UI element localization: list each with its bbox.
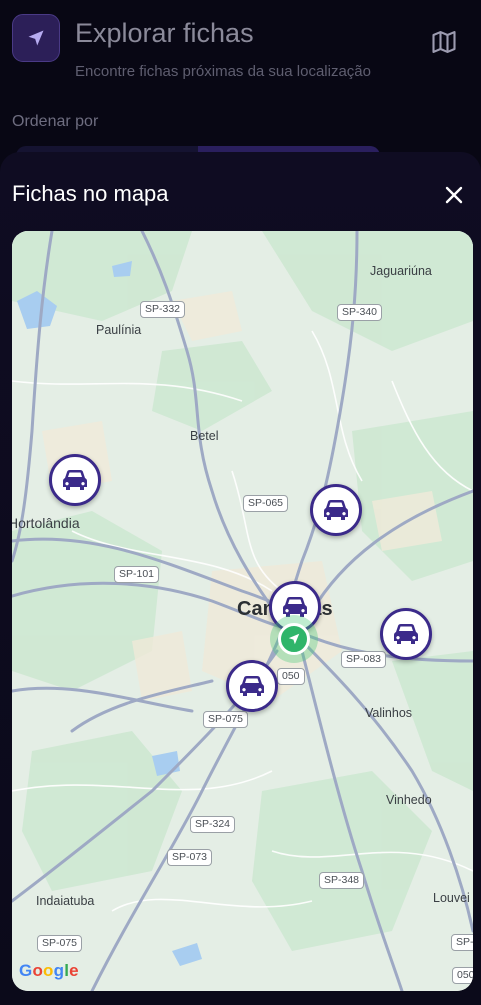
city-label: Jaguariúna	[370, 264, 432, 278]
city-label: Hortolândia	[12, 515, 80, 531]
road-shield: SP-101	[114, 566, 160, 583]
city-label: Indaiatuba	[36, 894, 95, 908]
car-icon	[240, 676, 264, 696]
sort-label: Ordenar por	[12, 113, 99, 130]
city-label: Betel	[190, 429, 219, 443]
city-label: Valinhos	[365, 706, 413, 720]
map-view[interactable]: Jaguariúna Paulínia Betel Hortolândia Ca…	[12, 231, 473, 991]
page-subtitle: Encontre fichas próximas da sua localiza…	[75, 63, 371, 80]
page-title: Explorar fichas	[75, 18, 254, 48]
road-shield: SP-073	[167, 849, 213, 866]
car-pin[interactable]	[49, 454, 101, 506]
car-pin[interactable]	[226, 660, 278, 712]
road-shield: SP-075	[37, 935, 83, 952]
road-shield: SP-083	[341, 651, 387, 668]
map-icon[interactable]	[430, 28, 458, 56]
sheet-title: Fichas no mapa	[12, 181, 169, 206]
car-icon	[324, 500, 348, 520]
current-location-marker	[270, 615, 318, 663]
car-pin[interactable]	[380, 608, 432, 660]
close-icon[interactable]	[442, 183, 466, 207]
explore-header: Explorar fichas Encontre fichas próximas…	[0, 0, 481, 166]
road-shield: SP-075	[203, 711, 249, 728]
road-shield: SP-340	[337, 304, 383, 321]
google-logo: Google	[19, 961, 79, 980]
road-shield: SP-065	[243, 495, 289, 512]
road-shield: SP-332	[140, 301, 186, 318]
city-label: Vinhedo	[386, 793, 432, 807]
navigation-arrow-icon	[288, 633, 300, 645]
road-shield: 050	[452, 967, 473, 984]
car-icon	[394, 624, 418, 644]
city-label: Louvei	[433, 891, 470, 905]
car-pin[interactable]	[310, 484, 362, 536]
navigation-icon	[12, 14, 60, 62]
road-shield: SP-	[451, 934, 473, 951]
city-label: Paulínia	[96, 323, 142, 337]
road-shield: 050	[277, 668, 305, 685]
map-sheet: Fichas no mapa Jaguariúna Paulínia Betel…	[0, 152, 481, 1005]
road-shield: SP-324	[190, 816, 236, 833]
car-icon	[63, 470, 87, 490]
road-shield: SP-348	[319, 872, 365, 889]
